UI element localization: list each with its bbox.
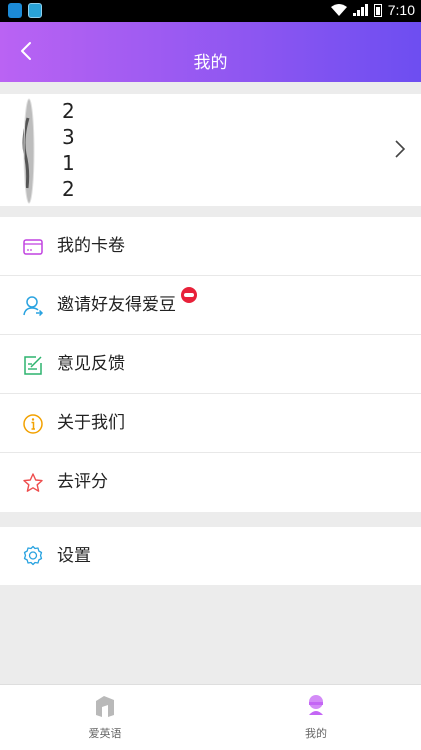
profile-digit: 2 xyxy=(62,99,75,123)
menu-item-coupons[interactable]: 我的卡卷 xyxy=(0,217,421,276)
tab-mine[interactable]: 我的 xyxy=(276,693,356,741)
profile-card[interactable]: 2 3 1 2 xyxy=(0,94,421,206)
status-bar: 7:10 xyxy=(0,0,421,22)
signal-icon xyxy=(352,4,368,16)
notification-lock-icon xyxy=(8,3,22,18)
menu-item-label: 我的卡卷 xyxy=(57,236,125,256)
menu-item-label: 关于我们 xyxy=(57,413,125,433)
red-badge-icon xyxy=(181,287,197,303)
notification-app-icon xyxy=(28,3,42,18)
wifi-icon xyxy=(330,4,347,16)
menu-item-rate[interactable]: 去评分 xyxy=(0,453,421,512)
tab-home[interactable]: 爱英语 xyxy=(65,693,145,741)
star-icon xyxy=(23,473,43,492)
info-icon xyxy=(23,414,43,434)
invite-user-icon xyxy=(23,296,44,317)
tab-label: 我的 xyxy=(305,727,327,740)
card-icon xyxy=(23,239,43,255)
chevron-right-icon xyxy=(395,140,406,158)
profile-icon xyxy=(309,695,323,715)
menu-item-invite[interactable]: 邀请好友得爱豆 xyxy=(0,276,421,335)
notification-icons xyxy=(8,3,42,18)
menu-item-settings[interactable]: 设置 xyxy=(0,527,421,585)
page-title: 我的 xyxy=(193,53,228,73)
menu-item-label: 去评分 xyxy=(57,472,108,492)
settings-label: 设置 xyxy=(57,546,91,566)
avatar[interactable] xyxy=(19,98,39,204)
status-time: 7:10 xyxy=(387,2,415,18)
tab-label: 爱英语 xyxy=(88,727,122,740)
app-logo-icon xyxy=(96,696,114,717)
profile-digit: 2 xyxy=(62,177,75,201)
profile-digit: 3 xyxy=(62,125,75,149)
profile-digits: 2 3 1 2 xyxy=(62,98,75,202)
app-header: 我的 xyxy=(0,22,421,82)
profile-digit: 1 xyxy=(62,151,75,175)
feedback-icon xyxy=(24,356,42,375)
menu-list: 我的卡卷 邀请好友得爱豆 意见反馈 关于我们 去评分 xyxy=(0,217,421,512)
bottom-tab-bar: 爱英语 我的 xyxy=(0,684,421,750)
menu-item-feedback[interactable]: 意见反馈 xyxy=(0,335,421,394)
status-right: 7:10 xyxy=(330,2,415,18)
menu-item-label: 意见反馈 xyxy=(57,354,125,374)
settings-icon xyxy=(23,545,43,566)
battery-icon xyxy=(373,3,382,17)
menu-item-about[interactable]: 关于我们 xyxy=(0,394,421,453)
menu-item-label: 邀请好友得爱豆 xyxy=(57,295,176,315)
